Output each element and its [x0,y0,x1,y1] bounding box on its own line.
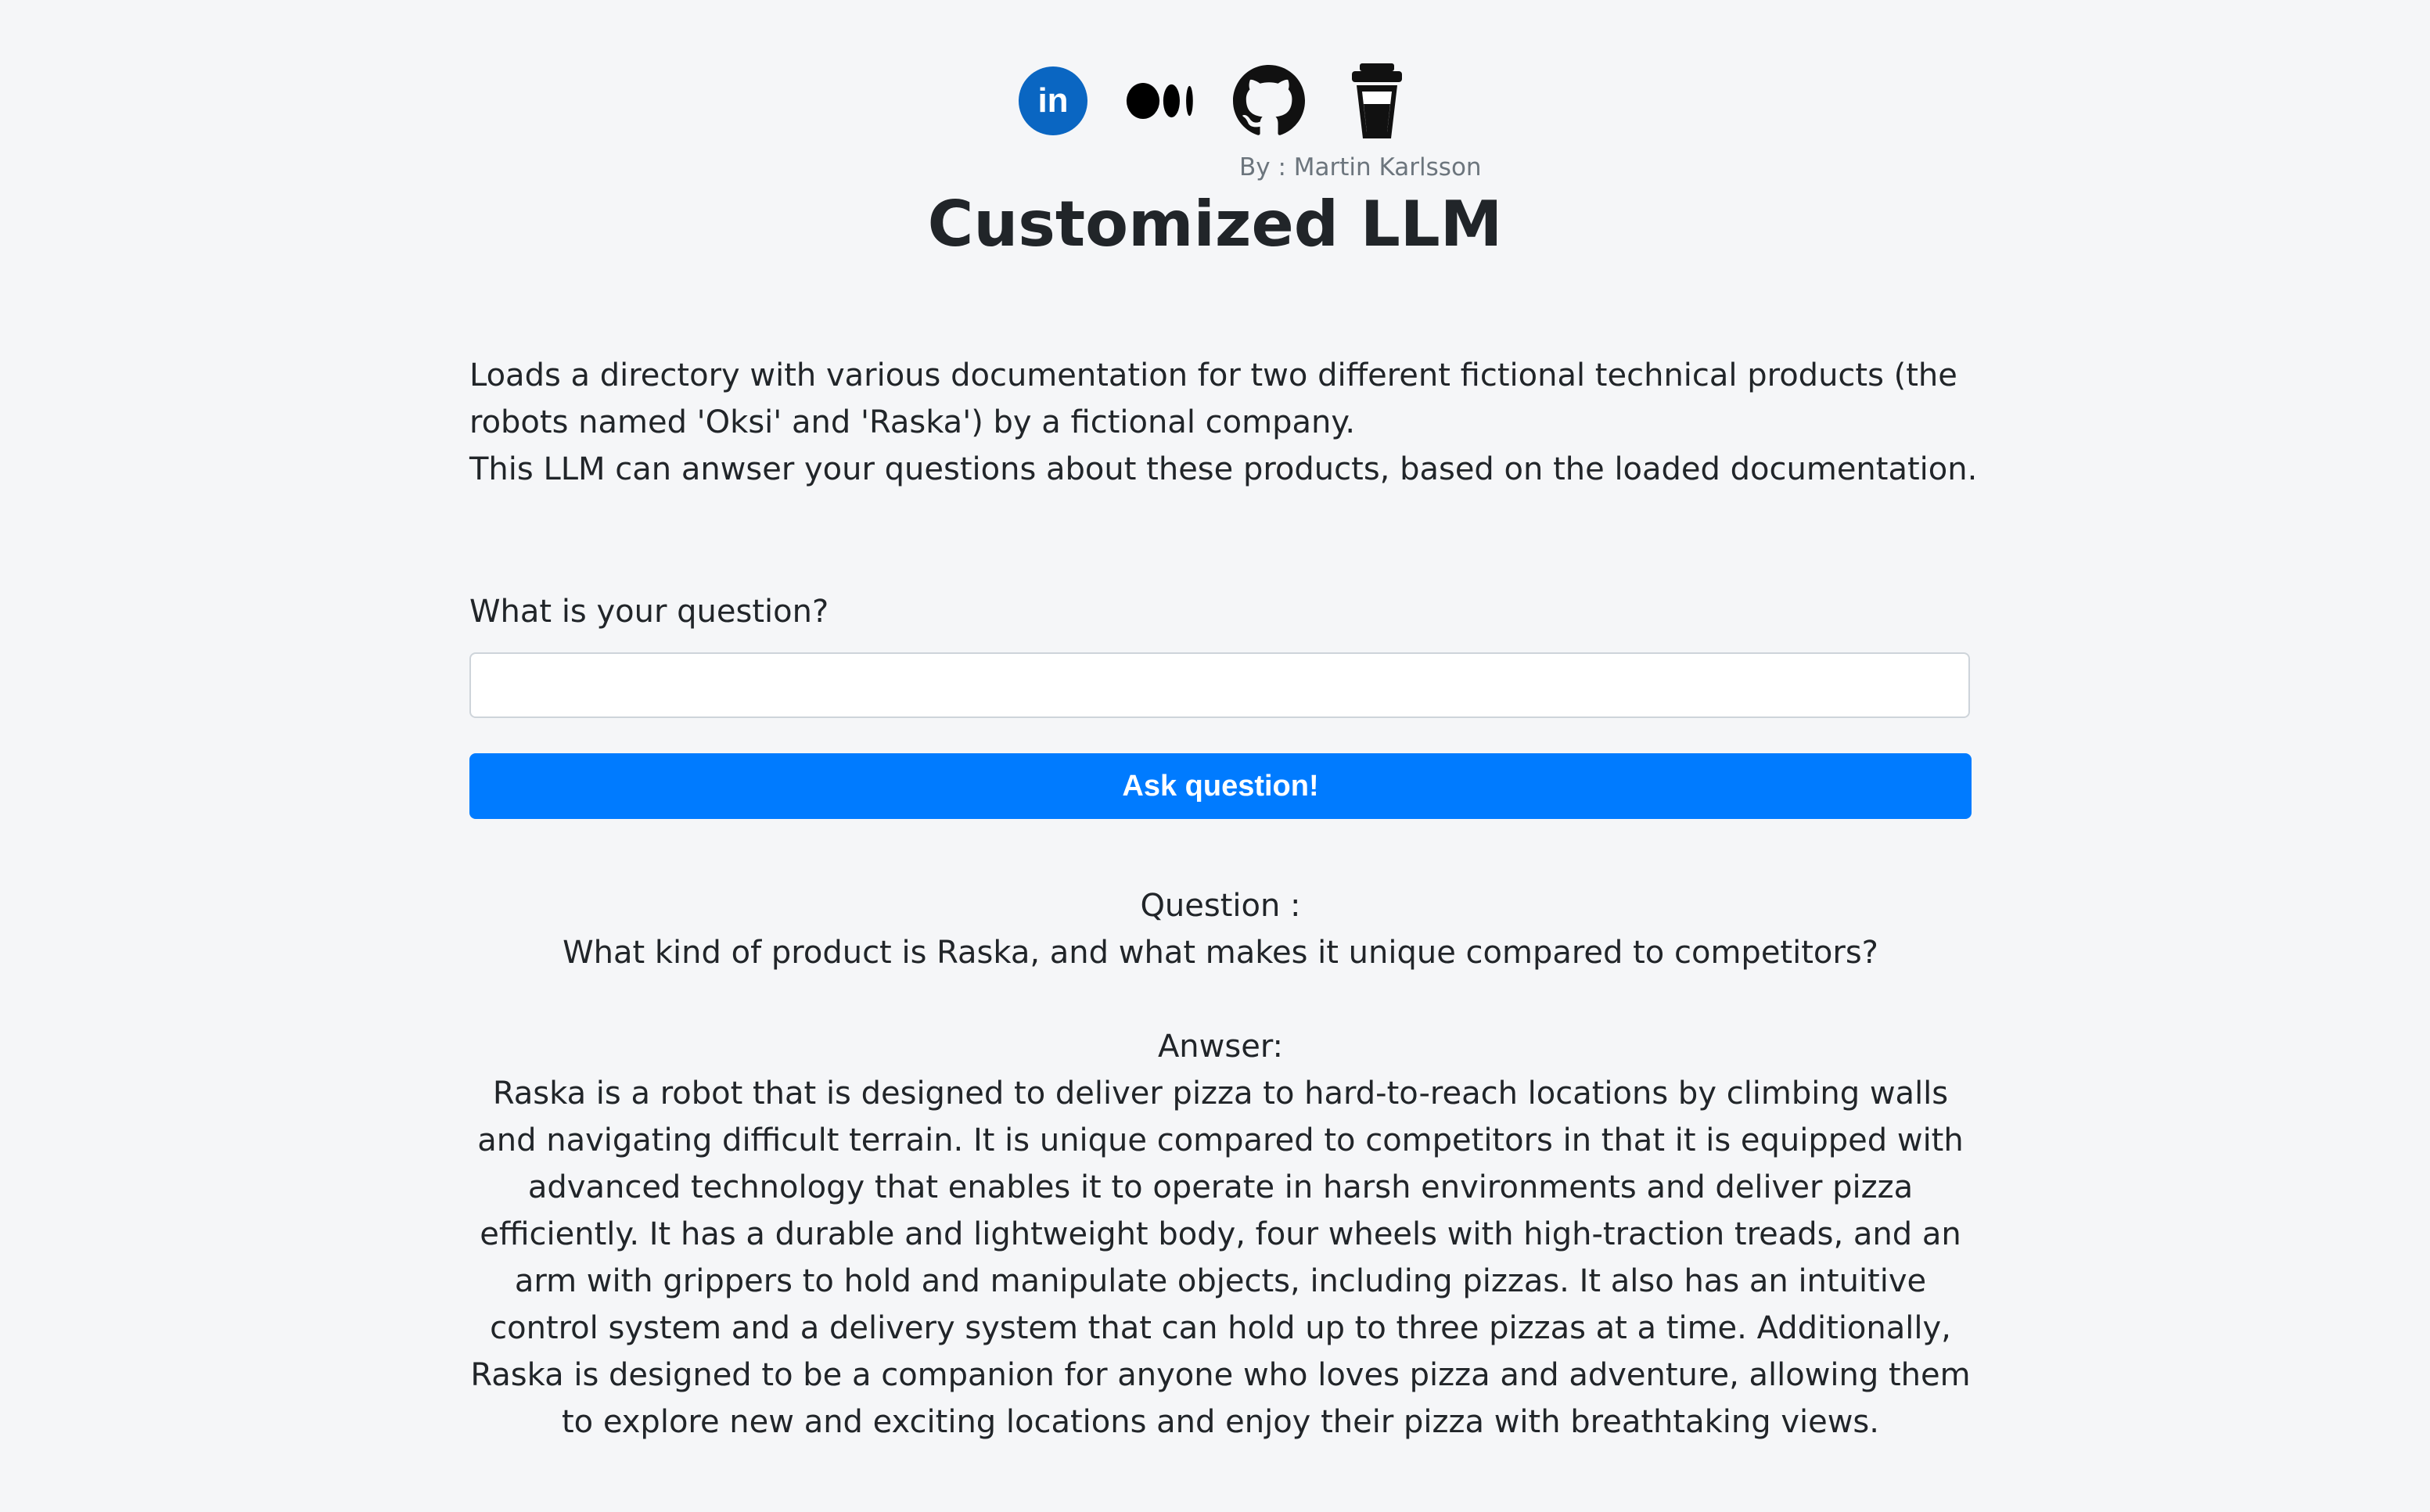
question-input[interactable] [469,652,1970,718]
linkedin-icon[interactable]: in [1017,65,1089,137]
result-panel: Question : What kind of product is Raska… [462,882,1979,1446]
intro-paragraph-2: This LLM can anwser your questions about… [469,451,1978,487]
github-icon[interactable] [1233,65,1305,137]
social-links: in [1017,61,1424,141]
author-byline: By : Martin Karlsson [1239,153,1482,181]
intro-description: Loads a directory with various documenta… [469,352,1987,493]
linkedin-icon-label: in [1037,81,1068,120]
ask-question-button[interactable]: Ask question! [469,753,1972,819]
medium-icon[interactable] [1125,65,1197,137]
answer-heading: Anwser: [1157,1029,1284,1065]
question-text: What kind of product is Raska, and what … [563,935,1878,971]
buy-me-a-coffee-icon[interactable] [1341,63,1413,138]
question-label: What is your question? [469,594,829,630]
intro-paragraph-1: Loads a directory with various documenta… [469,357,1957,440]
question-heading: Question : [1140,888,1301,924]
answer-text: Raska is a robot that is designed to del… [470,1076,1971,1440]
page-title: Customized LLM [927,188,1503,260]
